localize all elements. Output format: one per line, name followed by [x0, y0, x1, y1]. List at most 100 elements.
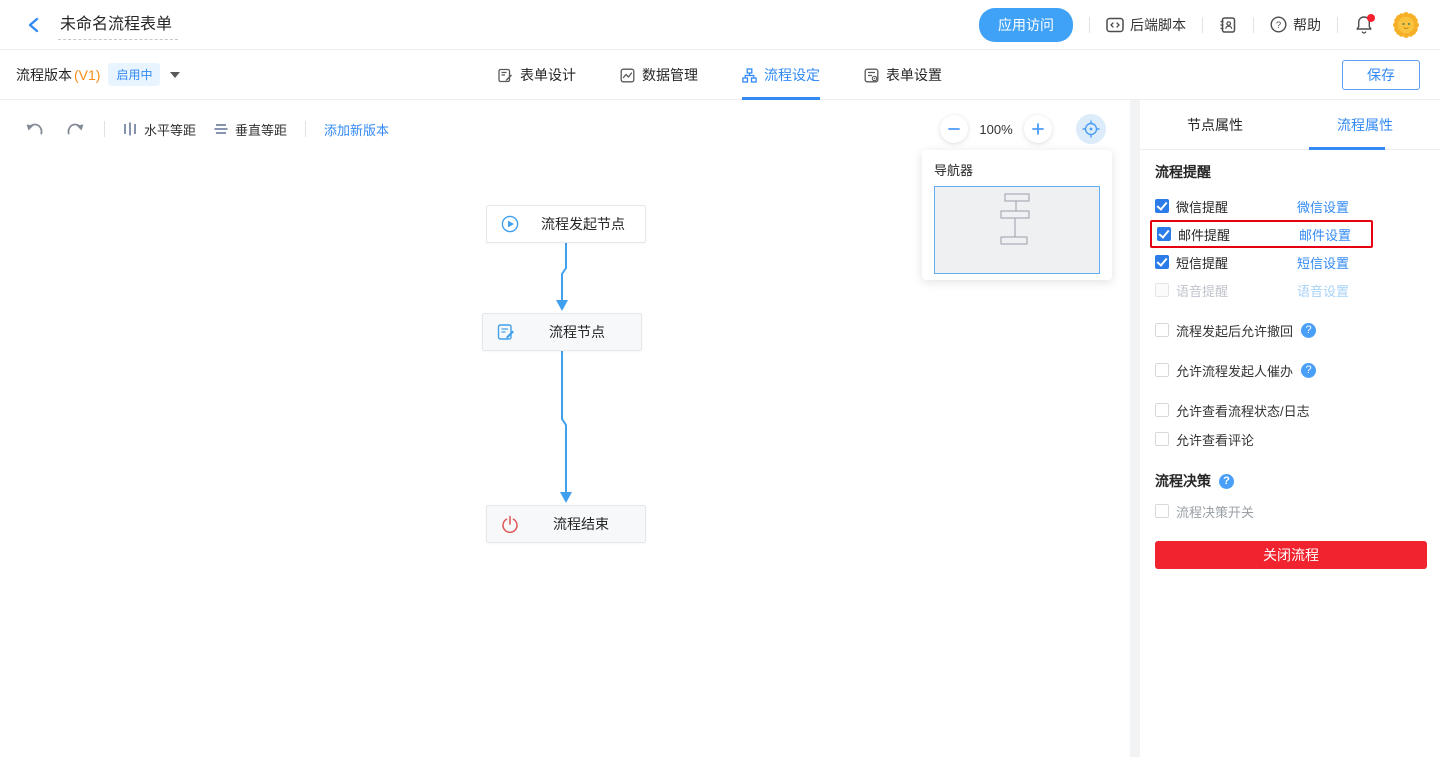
- sidebar-tabs: 节点属性 流程属性: [1140, 100, 1440, 150]
- node-label: 流程结束: [553, 516, 609, 532]
- data-manage-icon: [620, 68, 635, 83]
- divider: [1253, 16, 1254, 33]
- power-icon: [501, 515, 519, 533]
- flow-canvas[interactable]: 水平等距 垂直等距 添加新版本 100% 导航器 流程发起节点 流程节点 流程结…: [0, 100, 1130, 757]
- email-settings-link[interactable]: 邮件设置: [1299, 225, 1351, 244]
- vertical-spacing-icon: [214, 122, 228, 136]
- divider: [1089, 16, 1090, 33]
- tab-flow-properties[interactable]: 流程属性: [1290, 100, 1440, 149]
- backend-script-button[interactable]: 后端脚本: [1106, 15, 1186, 35]
- sms-reminder-label: 短信提醒: [1176, 255, 1229, 271]
- wechat-reminder-row: 微信提醒 微信设置: [1150, 192, 1373, 220]
- tab-flow-setting[interactable]: 流程设定: [742, 50, 820, 100]
- version-label: 流程版本: [16, 66, 72, 83]
- withdraw-help-icon[interactable]: ?: [1301, 322, 1317, 338]
- help-button[interactable]: ? 帮助: [1270, 15, 1321, 35]
- voice-settings-link: 语音设置: [1297, 283, 1350, 299]
- form-design-icon: [498, 68, 513, 83]
- decision-switch-label: 流程决策开关: [1176, 504, 1255, 520]
- zoom-out-button[interactable]: [940, 115, 968, 143]
- vertical-spacing-button[interactable]: 垂直等距: [214, 120, 287, 139]
- voice-reminder-checkbox: [1155, 283, 1169, 297]
- horizontal-spacing-icon: [123, 122, 137, 136]
- notification-dot: [1367, 13, 1375, 22]
- decision-heading-label: 流程决策: [1155, 473, 1211, 489]
- wechat-reminder-checkbox[interactable]: [1155, 199, 1169, 213]
- zoom-in-button[interactable]: [1024, 115, 1052, 143]
- horizontal-spacing-label: 水平等距: [144, 122, 197, 138]
- redo-icon[interactable]: [64, 118, 86, 140]
- allow-withdraw-label: 流程发起后允许撤回: [1176, 323, 1294, 339]
- voice-reminder-label: 语音提醒: [1176, 283, 1229, 299]
- notification-bell-icon[interactable]: [1354, 13, 1376, 36]
- node-label: 流程节点: [549, 324, 605, 340]
- tab-label: 流程设定: [764, 67, 820, 83]
- node-label: 流程发起节点: [541, 216, 625, 232]
- main-tabs: 表单设计 数据管理 流程设定 表单设置: [498, 50, 942, 100]
- code-icon: [1106, 17, 1124, 33]
- svg-text:?: ?: [1276, 20, 1281, 31]
- view-status-checkbox[interactable]: [1155, 403, 1169, 417]
- wechat-reminder-label: 微信提醒: [1176, 199, 1229, 215]
- tab-form-design[interactable]: 表单设计: [498, 50, 576, 100]
- page-title[interactable]: 未命名流程表单: [58, 10, 179, 40]
- decision-switch-checkbox[interactable]: [1155, 504, 1169, 518]
- version-dropdown-caret[interactable]: [170, 71, 181, 78]
- node-flow-end[interactable]: 流程结束: [486, 505, 646, 543]
- email-reminder-row-highlighted: 邮件提醒 邮件设置: [1150, 220, 1373, 248]
- sms-reminder-checkbox[interactable]: [1155, 255, 1169, 269]
- view-comments-label: 允许查看评论: [1176, 432, 1255, 448]
- back-icon[interactable]: [24, 15, 44, 35]
- form-edit-icon: [497, 323, 515, 341]
- view-status-row: 允许查看流程状态/日志: [1150, 400, 1425, 420]
- allow-withdraw-checkbox[interactable]: [1155, 323, 1169, 337]
- help-icon: ?: [1270, 16, 1287, 33]
- close-flow-button[interactable]: 关闭流程: [1155, 541, 1427, 569]
- urge-help-icon[interactable]: ?: [1301, 362, 1317, 378]
- vertical-spacing-label: 垂直等距: [235, 122, 288, 138]
- save-button[interactable]: 保存: [1342, 59, 1420, 90]
- tab-label: 表单设计: [520, 67, 576, 83]
- allow-urge-label: 允许流程发起人催办: [1176, 363, 1294, 379]
- status-badge: 启用中: [108, 63, 161, 86]
- undo-icon[interactable]: [24, 118, 46, 140]
- add-new-version-link[interactable]: 添加新版本: [324, 120, 389, 139]
- zoom-controls: 100%: [940, 114, 1106, 144]
- node-flow-start[interactable]: 流程发起节点: [486, 205, 646, 243]
- email-reminder-label: 邮件提醒: [1178, 227, 1231, 243]
- locate-center-button[interactable]: [1076, 114, 1106, 144]
- view-comments-checkbox[interactable]: [1155, 432, 1169, 446]
- tab-data-management[interactable]: 数据管理: [620, 50, 698, 100]
- canvas-toolbar: 水平等距 垂直等距 添加新版本: [24, 114, 389, 144]
- contacts-icon: [1219, 16, 1237, 34]
- sidebar-body: 流程提醒 微信提醒 微信设置 邮件提醒 邮件设置 短信提醒 短信设置 语音提醒 …: [1140, 150, 1440, 569]
- node-flow-step[interactable]: 流程节点: [482, 313, 642, 351]
- version-number: (V1): [74, 66, 101, 83]
- play-icon: [501, 215, 519, 233]
- allow-withdraw-row: 流程发起后允许撤回 ?: [1150, 320, 1425, 340]
- backend-script-label: 后端脚本: [1130, 16, 1186, 33]
- top-header: 未命名流程表单 应用访问 后端脚本 ? 帮助: [0, 0, 1440, 50]
- allow-urge-checkbox[interactable]: [1155, 363, 1169, 377]
- navigator-viewport[interactable]: [934, 186, 1100, 274]
- tab-label: 数据管理: [642, 67, 698, 83]
- decision-help-icon[interactable]: ?: [1219, 473, 1234, 489]
- wechat-settings-link[interactable]: 微信设置: [1297, 197, 1349, 216]
- version-bar: 流程版本 (V1) 启用中 表单设计 数据管理 流程设定 表单设置 保存: [0, 50, 1440, 100]
- sms-settings-link[interactable]: 短信设置: [1297, 253, 1349, 272]
- email-reminder-checkbox[interactable]: [1157, 227, 1171, 241]
- divider: [104, 121, 105, 137]
- view-comments-row: 允许查看评论: [1150, 429, 1425, 449]
- contacts-button[interactable]: [1219, 16, 1237, 34]
- divider: [305, 121, 307, 137]
- avatar[interactable]: [1392, 11, 1420, 39]
- horizontal-spacing-button[interactable]: 水平等距: [123, 120, 196, 139]
- help-label: 帮助: [1293, 16, 1321, 33]
- navigator-minimap: [1000, 193, 1030, 245]
- view-status-label: 允许查看流程状态/日志: [1176, 403, 1310, 419]
- app-access-button[interactable]: 应用访问: [979, 7, 1073, 42]
- tab-node-properties[interactable]: 节点属性: [1140, 100, 1290, 149]
- tab-form-settings[interactable]: 表单设置: [864, 50, 942, 100]
- decision-switch-row: 流程决策开关: [1150, 501, 1425, 521]
- zoom-level: 100%: [979, 121, 1013, 137]
